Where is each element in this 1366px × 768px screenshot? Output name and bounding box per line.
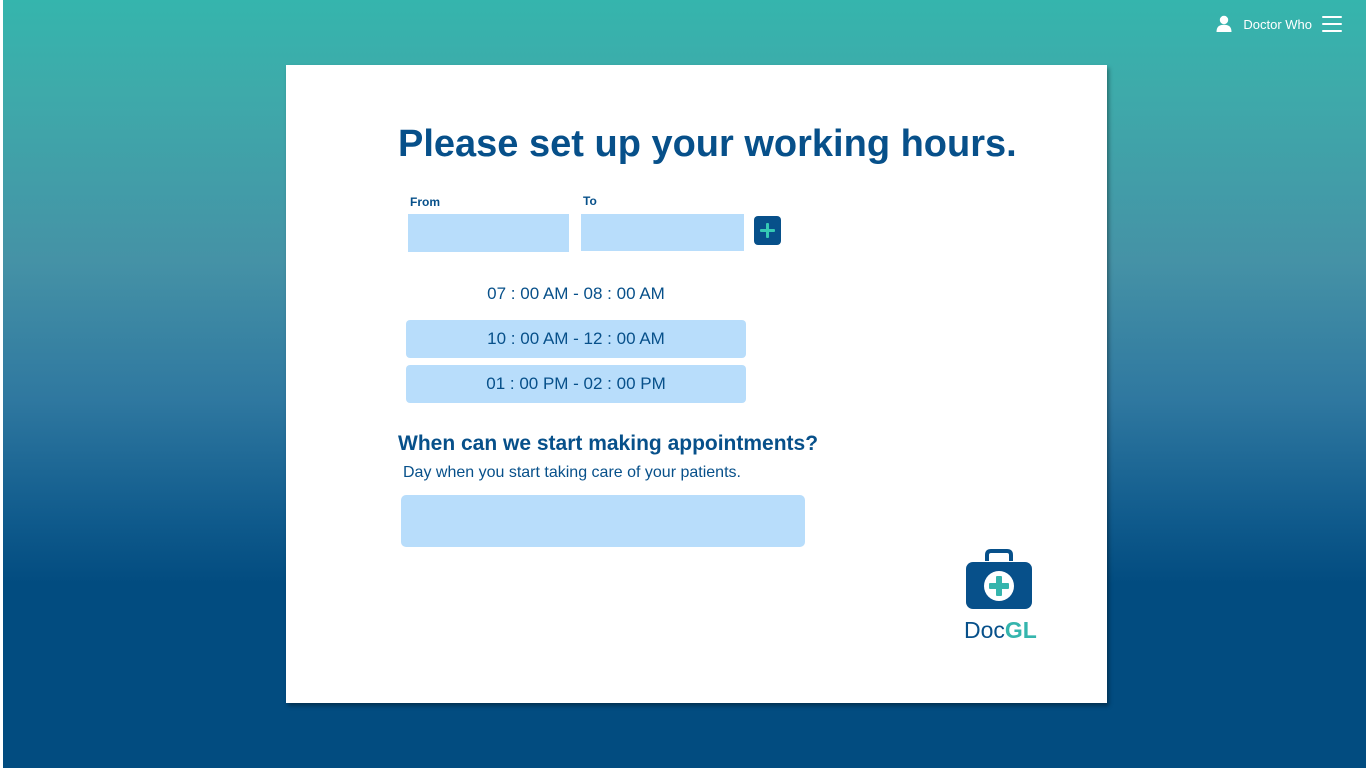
- time-slot[interactable]: 10 : 00 AM - 12 : 00 AM: [406, 320, 746, 358]
- time-slot[interactable]: 07 : 00 AM - 08 : 00 AM: [406, 275, 746, 313]
- time-slot[interactable]: 01 : 00 PM - 02 : 00 PM: [406, 365, 746, 403]
- logo-text-doc: Doc: [964, 617, 1005, 643]
- docgl-logo: DocGL: [962, 549, 1042, 645]
- logo-text: DocGL: [964, 617, 1037, 644]
- start-date-input[interactable]: [401, 495, 805, 547]
- appointments-description: Day when you start taking care of your p…: [403, 464, 741, 481]
- user-menu[interactable]: Doctor Who: [1215, 12, 1342, 36]
- plus-icon: [760, 223, 775, 238]
- user-name[interactable]: Doctor Who: [1243, 17, 1312, 32]
- logo-text-gl: GL: [1004, 617, 1037, 643]
- from-label: From: [410, 195, 440, 209]
- time-slot-label: 07 : 00 AM - 08 : 00 AM: [487, 284, 665, 303]
- add-hours-button[interactable]: [754, 216, 781, 245]
- from-time-input[interactable]: [408, 214, 569, 252]
- hamburger-menu-icon[interactable]: [1322, 16, 1342, 32]
- appointments-heading: When can we start making appointments?: [398, 432, 819, 455]
- time-slot-label: 01 : 00 PM - 02 : 00 PM: [486, 374, 666, 393]
- user-icon: [1215, 15, 1233, 33]
- to-label: To: [583, 194, 597, 208]
- to-time-input[interactable]: [581, 214, 744, 251]
- medical-kit-icon: [966, 549, 1032, 609]
- time-slot-label: 10 : 00 AM - 12 : 00 AM: [487, 329, 665, 348]
- page-title: Please set up your working hours.: [398, 123, 1017, 165]
- setup-card: Please set up your working hours. From T…: [286, 65, 1107, 703]
